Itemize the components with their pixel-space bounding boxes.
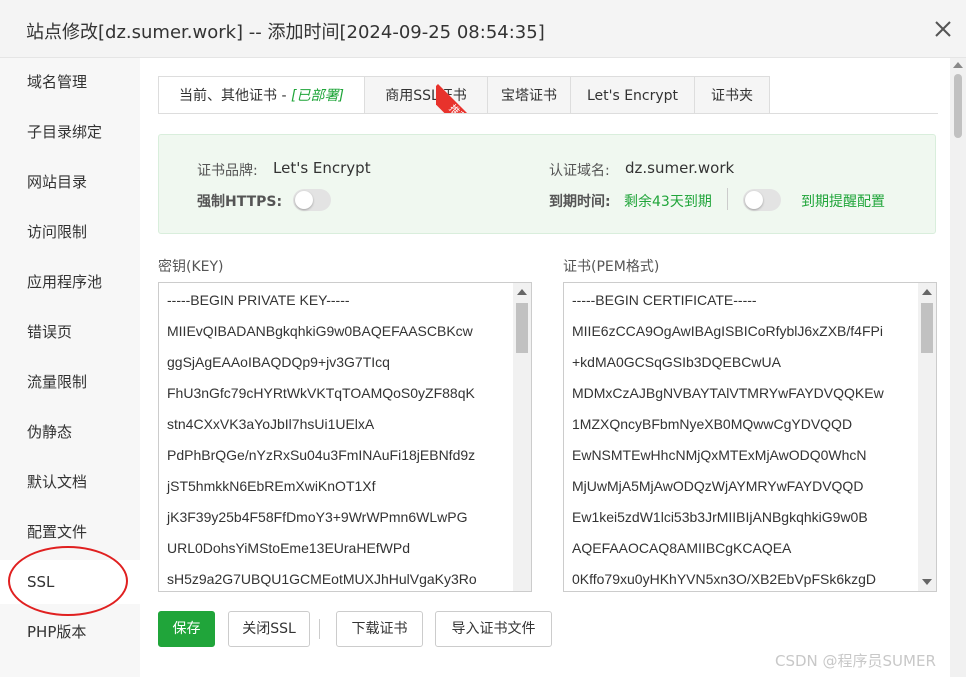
sidebar: 域名管理 子目录绑定 网站目录 访问限制 应用程序池 错误页 流量限制 伪静态 …	[0, 58, 140, 677]
key-line: MIIEvQIBADANBgkqhkiG9w0BAQEFAASCBKcw	[167, 323, 473, 339]
cert-info-box: 证书品牌: Let's Encrypt 认证域名: dz.sumer.work …	[158, 134, 936, 234]
watermark: CSDN @程序员SUMER	[775, 652, 936, 670]
tab-divider	[158, 113, 938, 114]
expiry-reminder-link[interactable]: 到期提醒配置	[801, 191, 885, 211]
tab-current-label: 当前、其他证书 -	[179, 88, 291, 104]
scroll-down-icon[interactable]	[922, 579, 932, 585]
scroll-thumb[interactable]	[954, 74, 962, 138]
cert-line: EwNSMTEwHhcNMjQxMTExMjAwODQ0WhcN	[572, 447, 867, 463]
sidebar-item-domain[interactable]: 域名管理	[0, 60, 140, 104]
cert-line: MDMxCzAJBgNVBAYTAlVTMRYwFAYDVQQKEw	[572, 385, 884, 401]
recommend-ribbon: 推荐	[436, 74, 486, 114]
cert-label: 证书(PEM格式)	[563, 259, 660, 275]
sidebar-item-ssl[interactable]: SSL	[0, 560, 140, 604]
force-https-label: 强制HTTPS:	[197, 194, 283, 210]
sidebar-item-subdir[interactable]: 子目录绑定	[0, 110, 140, 154]
tab-lets-encrypt[interactable]: Let's Encrypt	[570, 76, 695, 114]
sidebar-item-php-version[interactable]: PHP版本	[0, 610, 140, 654]
sidebar-item-error-page[interactable]: 错误页	[0, 310, 140, 354]
key-line: jST5hmkkN6EbREmXwiKnOT1Xf	[167, 478, 376, 494]
button-divider	[319, 619, 320, 639]
key-line: FhU3nGfc79cHYRtWkVKTqTOAMQoS0yZF88qK	[167, 385, 475, 401]
sidebar-item-site-dir[interactable]: 网站目录	[0, 160, 140, 204]
cert-line: -----BEGIN CERTIFICATE-----	[572, 292, 757, 308]
key-line: -----BEGIN PRIVATE KEY-----	[167, 292, 350, 308]
key-line: URL0DohsYiMStoEme13EUraHEfWPd	[167, 540, 411, 556]
key-line: stn4CXxVK3aYoJbIl7hsUi1UElxA	[167, 416, 375, 432]
brand-label: 证书品牌:	[197, 163, 258, 179]
force-https-toggle[interactable]	[293, 189, 331, 211]
close-icon[interactable]	[930, 16, 956, 42]
key-line: jK3F39y25b4F58FfDmoY3+9WrWPmn6WLwPG	[167, 509, 468, 525]
scroll-thumb[interactable]	[921, 303, 933, 353]
sidebar-item-access-limit[interactable]: 访问限制	[0, 210, 140, 254]
scroll-up-icon[interactable]	[922, 289, 932, 295]
sidebar-item-default-doc[interactable]: 默认文档	[0, 460, 140, 504]
key-label: 密钥(KEY)	[158, 259, 224, 275]
toggle-knob	[295, 191, 313, 209]
sidebar-item-traffic-limit[interactable]: 流量限制	[0, 360, 140, 404]
sidebar-item-rewrite[interactable]: 伪静态	[0, 410, 140, 454]
cert-line: MjUwMjA5MjAwODQzWjAYMRYwFAYDVQQD	[572, 478, 864, 494]
download-cert-button[interactable]: 下载证书	[336, 611, 423, 647]
dialog-title: 站点修改[dz.sumer.work] -- 添加时间[2024-09-25 0…	[26, 22, 545, 43]
import-cert-button[interactable]: 导入证书文件	[435, 611, 552, 647]
scroll-up-icon[interactable]	[953, 62, 963, 68]
cert-scrollbar[interactable]	[918, 283, 936, 591]
cert-line: 1MZXQncyBFbmNyeXB0MQwwCgYDVQQD	[572, 416, 853, 432]
scroll-thumb[interactable]	[516, 303, 528, 353]
domain-value: dz.sumer.work	[625, 159, 735, 177]
recommend-badge: 推荐	[436, 84, 486, 114]
brand-value: Let's Encrypt	[273, 159, 371, 177]
key-line: PdPhBrQGe/nYzRxSu04u3FmINAuFi18jEBNfd9z	[167, 447, 476, 463]
private-key-textarea[interactable]: -----BEGIN PRIVATE KEY----- MIIEvQIBADAN…	[158, 282, 532, 592]
deployed-status: [已部署]	[291, 88, 344, 104]
cert-line: MIIE6zCCA9OgAwIBAgISBICoRfyblJ6xZXB/f4FP…	[572, 323, 883, 339]
page-scrollbar[interactable]	[950, 58, 966, 677]
key-line: ggSjAgEAAoIBAQDQp9+jv3G7TIcq	[167, 354, 390, 370]
expiry-label: 到期时间:	[549, 194, 611, 210]
expiry-value: 剩余43天到期	[624, 194, 712, 210]
cert-line: AQEFAAOCAQ8AMIIBCgKCAQEA	[572, 540, 792, 556]
scroll-up-icon[interactable]	[517, 289, 527, 295]
cert-line: Ew1kei5zdW1lci53b3JrMIIBIjANBgkqhkiG9w0B	[572, 509, 868, 525]
save-button[interactable]: 保存	[158, 611, 215, 647]
key-line: sH5z9a2G7UBQU1GCMEotMUXJhHulVgaKy3Ro	[167, 571, 477, 587]
tab-cert-folder[interactable]: 证书夹	[694, 76, 770, 114]
expiry-reminder-toggle[interactable]	[743, 189, 781, 211]
domain-label: 认证域名:	[549, 163, 610, 179]
tab-baota-cert[interactable]: 宝塔证书	[487, 76, 571, 114]
key-scrollbar[interactable]	[513, 283, 531, 591]
info-divider	[727, 188, 728, 210]
tab-current-cert[interactable]: 当前、其他证书 - [已部署]	[158, 76, 365, 114]
cert-line: +kdMA0GCSqGSIb3DQEBCwUA	[572, 354, 781, 370]
toggle-knob	[745, 191, 763, 209]
certificate-textarea[interactable]: -----BEGIN CERTIFICATE----- MIIE6zCCA9Og…	[563, 282, 937, 592]
sidebar-item-app-pool[interactable]: 应用程序池	[0, 260, 140, 304]
cert-line: 0Kffo79xu0yHKhYVN5xn3O/XB2EbVpFSk6kzgD	[572, 571, 877, 587]
sidebar-item-config-file[interactable]: 配置文件	[0, 510, 140, 554]
close-ssl-button[interactable]: 关闭SSL	[228, 611, 310, 647]
dialog-titlebar: 站点修改[dz.sumer.work] -- 添加时间[2024-09-25 0…	[0, 0, 966, 58]
